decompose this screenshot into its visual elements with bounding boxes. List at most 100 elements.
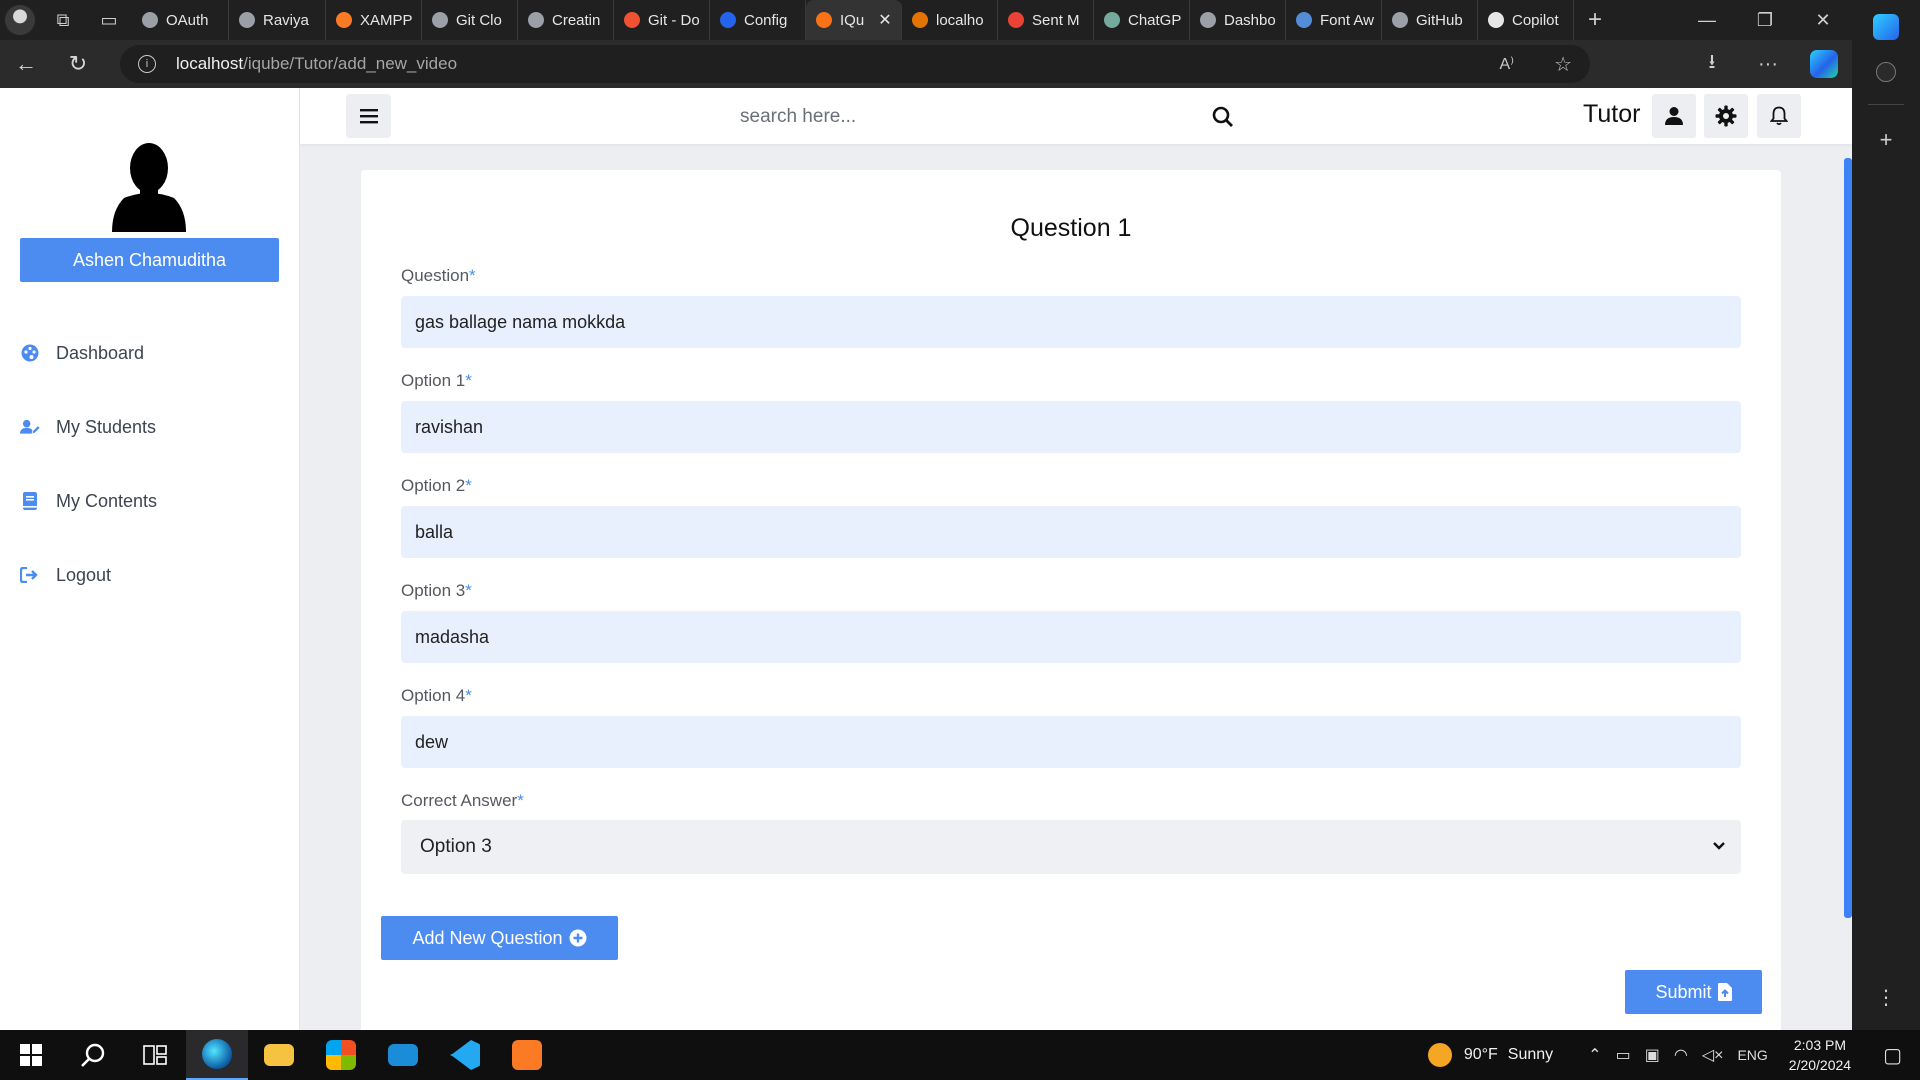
clock[interactable]: 2:03 PM 2/20/2024 xyxy=(1775,1035,1865,1075)
option-3-label: Option 3* xyxy=(401,581,472,601)
taskbar-vscode[interactable] xyxy=(434,1030,496,1080)
button-label: Add New Question xyxy=(412,927,563,948)
start-button[interactable] xyxy=(0,1030,62,1080)
battery-icon[interactable]: ▭ xyxy=(1609,1045,1638,1065)
url-field[interactable]: i localhost/iqube/Tutor/add_new_video A⁾… xyxy=(120,45,1590,83)
download-icon[interactable]: ⭳ xyxy=(1684,40,1740,88)
sidebar-item-dashboard[interactable]: Dashboard xyxy=(0,316,300,390)
browser-tab[interactable]: OAuth xyxy=(132,0,229,40)
sidebar-item-logout[interactable]: Logout xyxy=(0,538,300,612)
browser-tab[interactable]: Creatin xyxy=(518,0,614,40)
profile-button[interactable] xyxy=(0,0,40,40)
sidebar-settings-icon[interactable]: ⋮ xyxy=(1876,985,1896,1010)
browser-tab[interactable]: Raviya xyxy=(229,0,326,40)
option-2-label: Option 2* xyxy=(401,476,472,496)
language-indicator[interactable]: ENG xyxy=(1730,1047,1774,1063)
field-label-text: Option 2 xyxy=(401,476,466,495)
windows-taskbar: 90°F Sunny ⌃ ▭ ▣ ◠ ◁× ENG 2:03 PM 2/20/2… xyxy=(0,1030,1920,1080)
option-1-label: Option 1* xyxy=(401,371,472,391)
minimize-icon[interactable]: — xyxy=(1678,0,1736,40)
browser-tab[interactable]: XAMPP xyxy=(326,0,422,40)
back-arrow-icon[interactable]: ← xyxy=(0,40,52,88)
web-page: Ashen Chamuditha Dashboard My Students M… xyxy=(0,88,1852,1030)
weather-temp[interactable]: 90°F xyxy=(1464,1046,1498,1064)
required-mark: * xyxy=(465,581,472,600)
store-icon xyxy=(326,1040,356,1070)
browser-tab[interactable]: Config xyxy=(710,0,806,40)
option-2-input[interactable] xyxy=(401,506,1741,558)
browser-tab[interactable]: Font Aw xyxy=(1286,0,1382,40)
sidebar-item-label: My Contents xyxy=(56,490,158,511)
tab-actions-icon[interactable]: ▭ xyxy=(86,0,132,40)
taskbar-store[interactable] xyxy=(310,1030,372,1080)
chatgpt-sidebar-icon[interactable] xyxy=(1876,62,1896,82)
copilot-button[interactable] xyxy=(1796,40,1852,88)
option-3-input[interactable] xyxy=(401,611,1741,663)
window-close-icon[interactable]: ✕ xyxy=(1794,0,1852,40)
browser-tab[interactable]: ChatGP xyxy=(1094,0,1190,40)
hamburger-menu-button[interactable] xyxy=(346,94,391,138)
page-scrollbar[interactable] xyxy=(1844,158,1852,918)
weather-desc[interactable]: Sunny xyxy=(1508,1046,1553,1064)
add-new-question-button[interactable]: Add New Question xyxy=(381,916,618,960)
clock-time: 2:03 PM xyxy=(1793,1037,1847,1053)
refresh-icon[interactable]: ↻ xyxy=(52,40,104,88)
speaker-muted-icon[interactable]: ◁× xyxy=(1695,1045,1731,1065)
taskbar-xampp[interactable] xyxy=(496,1030,558,1080)
settings-button[interactable] xyxy=(1704,94,1748,138)
workspaces-icon[interactable]: ⧉ xyxy=(40,0,86,40)
user-name-button[interactable]: Ashen Chamuditha xyxy=(20,238,279,282)
favorite-star-icon[interactable]: ☆ xyxy=(1554,52,1572,77)
new-tab-button[interactable]: + xyxy=(1574,6,1616,34)
tab-label: Git - Do xyxy=(648,11,700,29)
selected-option: Option 3 xyxy=(420,836,492,857)
taskbar-search-button[interactable] xyxy=(62,1030,124,1080)
browser-tab[interactable]: localho xyxy=(902,0,998,40)
browser-tab[interactable]: Sent M xyxy=(998,0,1094,40)
correct-answer-select[interactable]: Option 3 xyxy=(401,820,1741,874)
app-topbar: Tutor xyxy=(300,88,1852,144)
browser-tab-active[interactable]: IQu ✕ xyxy=(806,0,902,40)
taskbar-edge[interactable] xyxy=(186,1030,248,1080)
tab-close-icon[interactable]: ✕ xyxy=(878,10,891,30)
option-1-input[interactable] xyxy=(401,401,1741,453)
taskbar-mail[interactable] xyxy=(372,1030,434,1080)
profile-button[interactable] xyxy=(1652,94,1696,138)
more-options-icon[interactable]: ··· xyxy=(1740,40,1796,88)
copilot-sidebar-icon[interactable] xyxy=(1873,14,1899,40)
search-icon[interactable] xyxy=(1212,106,1234,128)
option-4-label: Option 4* xyxy=(401,686,472,706)
question-input[interactable] xyxy=(401,296,1741,348)
search-input[interactable] xyxy=(740,98,1180,136)
browser-tab[interactable]: GitHub xyxy=(1382,0,1478,40)
tab-label: Creatin xyxy=(552,11,601,29)
browser-tab[interactable]: Copilot xyxy=(1478,0,1574,40)
browser-tab[interactable]: Dashbo xyxy=(1190,0,1286,40)
restore-icon[interactable]: ❐ xyxy=(1736,0,1794,40)
logout-icon xyxy=(20,565,40,585)
tab-label: IQu xyxy=(840,11,865,29)
profile-avatar xyxy=(5,5,35,35)
task-view-icon xyxy=(143,1045,167,1065)
browser-tab[interactable]: Git Clo xyxy=(422,0,518,40)
xampp-icon xyxy=(512,1040,542,1070)
sidebar-item-label: Dashboard xyxy=(56,342,145,363)
notification-center-icon[interactable]: ▢ xyxy=(1865,1043,1920,1068)
sidebar-item-my-contents[interactable]: My Contents xyxy=(0,464,300,538)
browser-tab[interactable]: Git - Do xyxy=(614,0,710,40)
meet-now-icon[interactable]: ▣ xyxy=(1638,1045,1667,1065)
wifi-icon[interactable]: ◠ xyxy=(1667,1045,1695,1065)
site-info-icon[interactable]: i xyxy=(138,55,156,73)
option-4-input[interactable] xyxy=(401,716,1741,768)
read-aloud-icon[interactable]: A⁾ xyxy=(1499,54,1514,74)
edge-sidebar: + ⋮ xyxy=(1852,0,1920,1030)
add-sidebar-app-icon[interactable]: + xyxy=(1880,127,1893,153)
taskbar-file-explorer[interactable] xyxy=(248,1030,310,1080)
weather-sun-icon[interactable] xyxy=(1427,1043,1452,1067)
task-view-button[interactable] xyxy=(124,1030,186,1080)
sidebar-item-my-students[interactable]: My Students xyxy=(0,390,300,464)
chevron-up-icon[interactable]: ⌃ xyxy=(1581,1045,1608,1065)
field-label-text: Option 3 xyxy=(401,581,466,600)
notifications-button[interactable] xyxy=(1757,94,1801,138)
submit-button[interactable]: Submit xyxy=(1625,970,1762,1014)
